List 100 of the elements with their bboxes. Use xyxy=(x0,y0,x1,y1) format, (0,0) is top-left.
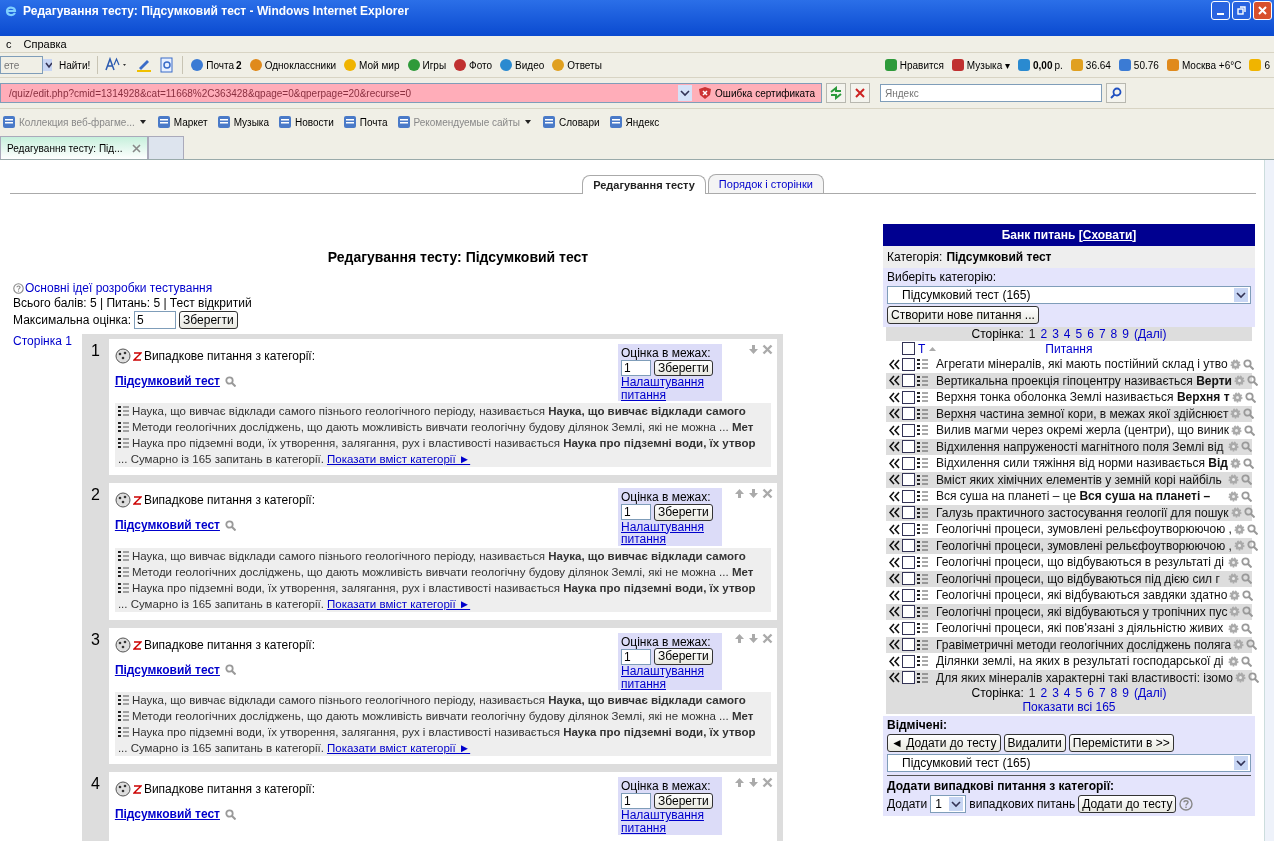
search-icon[interactable] xyxy=(1241,474,1252,486)
search-icon[interactable] xyxy=(1243,408,1255,420)
toolbar-widget[interactable]: Нравится xyxy=(883,58,944,72)
add-to-quiz-button[interactable]: ◄ Додати до тесту xyxy=(887,734,1001,752)
add-to-quiz-icon[interactable] xyxy=(889,441,900,453)
favorites-link[interactable]: Яндекс xyxy=(608,115,660,129)
gear-icon[interactable] xyxy=(1231,424,1243,436)
gear-icon[interactable] xyxy=(1229,606,1241,618)
category-link[interactable]: Підсумковий тест xyxy=(114,518,220,533)
row-checkbox[interactable] xyxy=(902,456,915,470)
category-link[interactable]: Підсумковий тест xyxy=(114,807,220,822)
next-link[interactable]: (Далі) xyxy=(1133,327,1167,341)
page-number[interactable]: 4 xyxy=(1063,686,1071,700)
search-icon[interactable] xyxy=(1244,424,1256,436)
stop-button[interactable] xyxy=(850,83,870,103)
page-number[interactable]: 1 xyxy=(1028,327,1036,341)
add-to-quiz-icon[interactable] xyxy=(889,490,900,502)
settings-link[interactable]: Налаштування питання xyxy=(621,520,719,546)
page-number[interactable]: 8 xyxy=(1110,686,1118,700)
search-icon[interactable] xyxy=(1241,556,1252,568)
search-icon[interactable] xyxy=(1244,391,1256,403)
add-to-quiz-icon[interactable] xyxy=(889,424,900,436)
search-icon[interactable] xyxy=(1246,523,1258,535)
scrollbar[interactable] xyxy=(1264,160,1274,841)
toolbar-widget[interactable]: Музыка ▾ xyxy=(950,58,1010,72)
search-field[interactable]: ете xyxy=(0,56,43,74)
add-to-quiz-icon[interactable] xyxy=(889,639,900,651)
toolbar-widget[interactable]: 0,00 р. xyxy=(1017,58,1063,72)
gear-icon[interactable] xyxy=(1233,639,1245,651)
add-to-quiz-icon[interactable] xyxy=(889,391,900,403)
search-icon[interactable] xyxy=(224,808,236,820)
down-arrow-icon[interactable] xyxy=(748,344,759,355)
dropdown-icon[interactable] xyxy=(42,59,52,71)
gear-icon[interactable] xyxy=(1229,457,1241,469)
search-icon[interactable] xyxy=(1241,441,1252,453)
toolbar-link[interactable]: Почта 2 xyxy=(190,58,242,72)
max-grade-input[interactable]: 5 xyxy=(134,311,177,329)
save-button[interactable]: Зберегти xyxy=(654,359,713,377)
search-icon[interactable] xyxy=(1241,622,1252,634)
dropdown-icon[interactable] xyxy=(1234,288,1248,302)
page-number[interactable]: 4 xyxy=(1063,327,1071,341)
help-icon[interactable] xyxy=(13,282,24,294)
row-checkbox[interactable] xyxy=(902,506,915,520)
up-arrow-icon[interactable] xyxy=(734,632,745,644)
page-number[interactable]: 7 xyxy=(1098,686,1106,700)
new-tab-button[interactable] xyxy=(148,136,185,159)
search-field[interactable]: Яндекс xyxy=(880,84,1102,102)
add-to-quiz-icon[interactable] xyxy=(889,358,900,370)
row-checkbox[interactable] xyxy=(902,473,915,487)
add-to-quiz-icon[interactable] xyxy=(889,606,900,618)
row-checkbox[interactable] xyxy=(902,539,915,553)
page-number[interactable]: 6 xyxy=(1087,327,1094,341)
gear-icon[interactable] xyxy=(1233,540,1245,552)
menu-item[interactable]: Справка xyxy=(23,38,67,50)
row-checkbox[interactable] xyxy=(902,374,915,388)
show-category-link[interactable]: Показати вміст категорії ► xyxy=(326,742,471,755)
row-checkbox[interactable] xyxy=(902,638,915,652)
page-number[interactable]: 1 xyxy=(1028,686,1036,700)
gear-icon[interactable] xyxy=(1228,622,1239,634)
page-search-icon[interactable] xyxy=(159,57,176,73)
search-icon[interactable] xyxy=(224,519,236,531)
gear-icon[interactable] xyxy=(1228,556,1239,568)
page-number[interactable]: 8 xyxy=(1110,327,1118,341)
question-column-header[interactable]: Питання xyxy=(1045,341,1093,356)
row-checkbox[interactable] xyxy=(902,555,915,569)
row-checkbox[interactable] xyxy=(902,621,915,635)
add-to-quiz-icon[interactable] xyxy=(889,375,900,387)
page-tab[interactable]: Редагування тесту xyxy=(582,175,706,194)
save-button[interactable]: Зберегти xyxy=(654,503,713,521)
save-button[interactable]: Зберегти xyxy=(654,648,713,665)
create-question-button[interactable]: Створити нове питання ... xyxy=(887,306,1039,324)
row-checkbox[interactable] xyxy=(902,357,915,371)
search-icon[interactable] xyxy=(1242,358,1254,370)
down-arrow-icon[interactable] xyxy=(748,488,759,500)
toolbar-link[interactable]: Ответы xyxy=(551,58,602,72)
toolbar-link[interactable]: Одноклассники xyxy=(248,58,337,72)
browser-tab[interactable]: Редагування тесту: Під... xyxy=(0,136,149,159)
highlighter-icon[interactable] xyxy=(136,57,153,73)
row-checkbox[interactable] xyxy=(902,654,915,668)
add-to-quiz-icon[interactable] xyxy=(889,540,900,552)
gear-icon[interactable] xyxy=(1228,655,1239,667)
search-icon[interactable] xyxy=(1246,375,1258,387)
toolbar-link[interactable]: Фото xyxy=(453,58,493,72)
move-button[interactable]: Перемістити в >> xyxy=(1068,734,1174,752)
page-tab[interactable]: Порядок і сторінки xyxy=(707,174,824,193)
row-checkbox[interactable] xyxy=(902,605,915,619)
caret-icon[interactable] xyxy=(137,118,148,126)
favorites-link[interactable]: Словари xyxy=(541,115,600,129)
search-icon[interactable] xyxy=(1242,606,1254,618)
row-checkbox[interactable] xyxy=(902,572,915,586)
search-icon[interactable] xyxy=(1241,573,1252,585)
row-checkbox[interactable] xyxy=(902,522,915,536)
add-to-quiz-icon[interactable] xyxy=(889,672,900,684)
favorites-link[interactable]: Новости xyxy=(278,115,334,129)
toolbar-widget[interactable]: Москва +6°C xyxy=(1165,58,1242,72)
save-button[interactable]: Зберегти xyxy=(179,311,238,329)
settings-link[interactable]: Налаштування питання xyxy=(621,809,719,835)
gear-icon[interactable] xyxy=(1229,589,1241,601)
move-target-select[interactable]: Підсумковий тест (165) xyxy=(887,754,1251,772)
close-button[interactable] xyxy=(1253,1,1272,20)
